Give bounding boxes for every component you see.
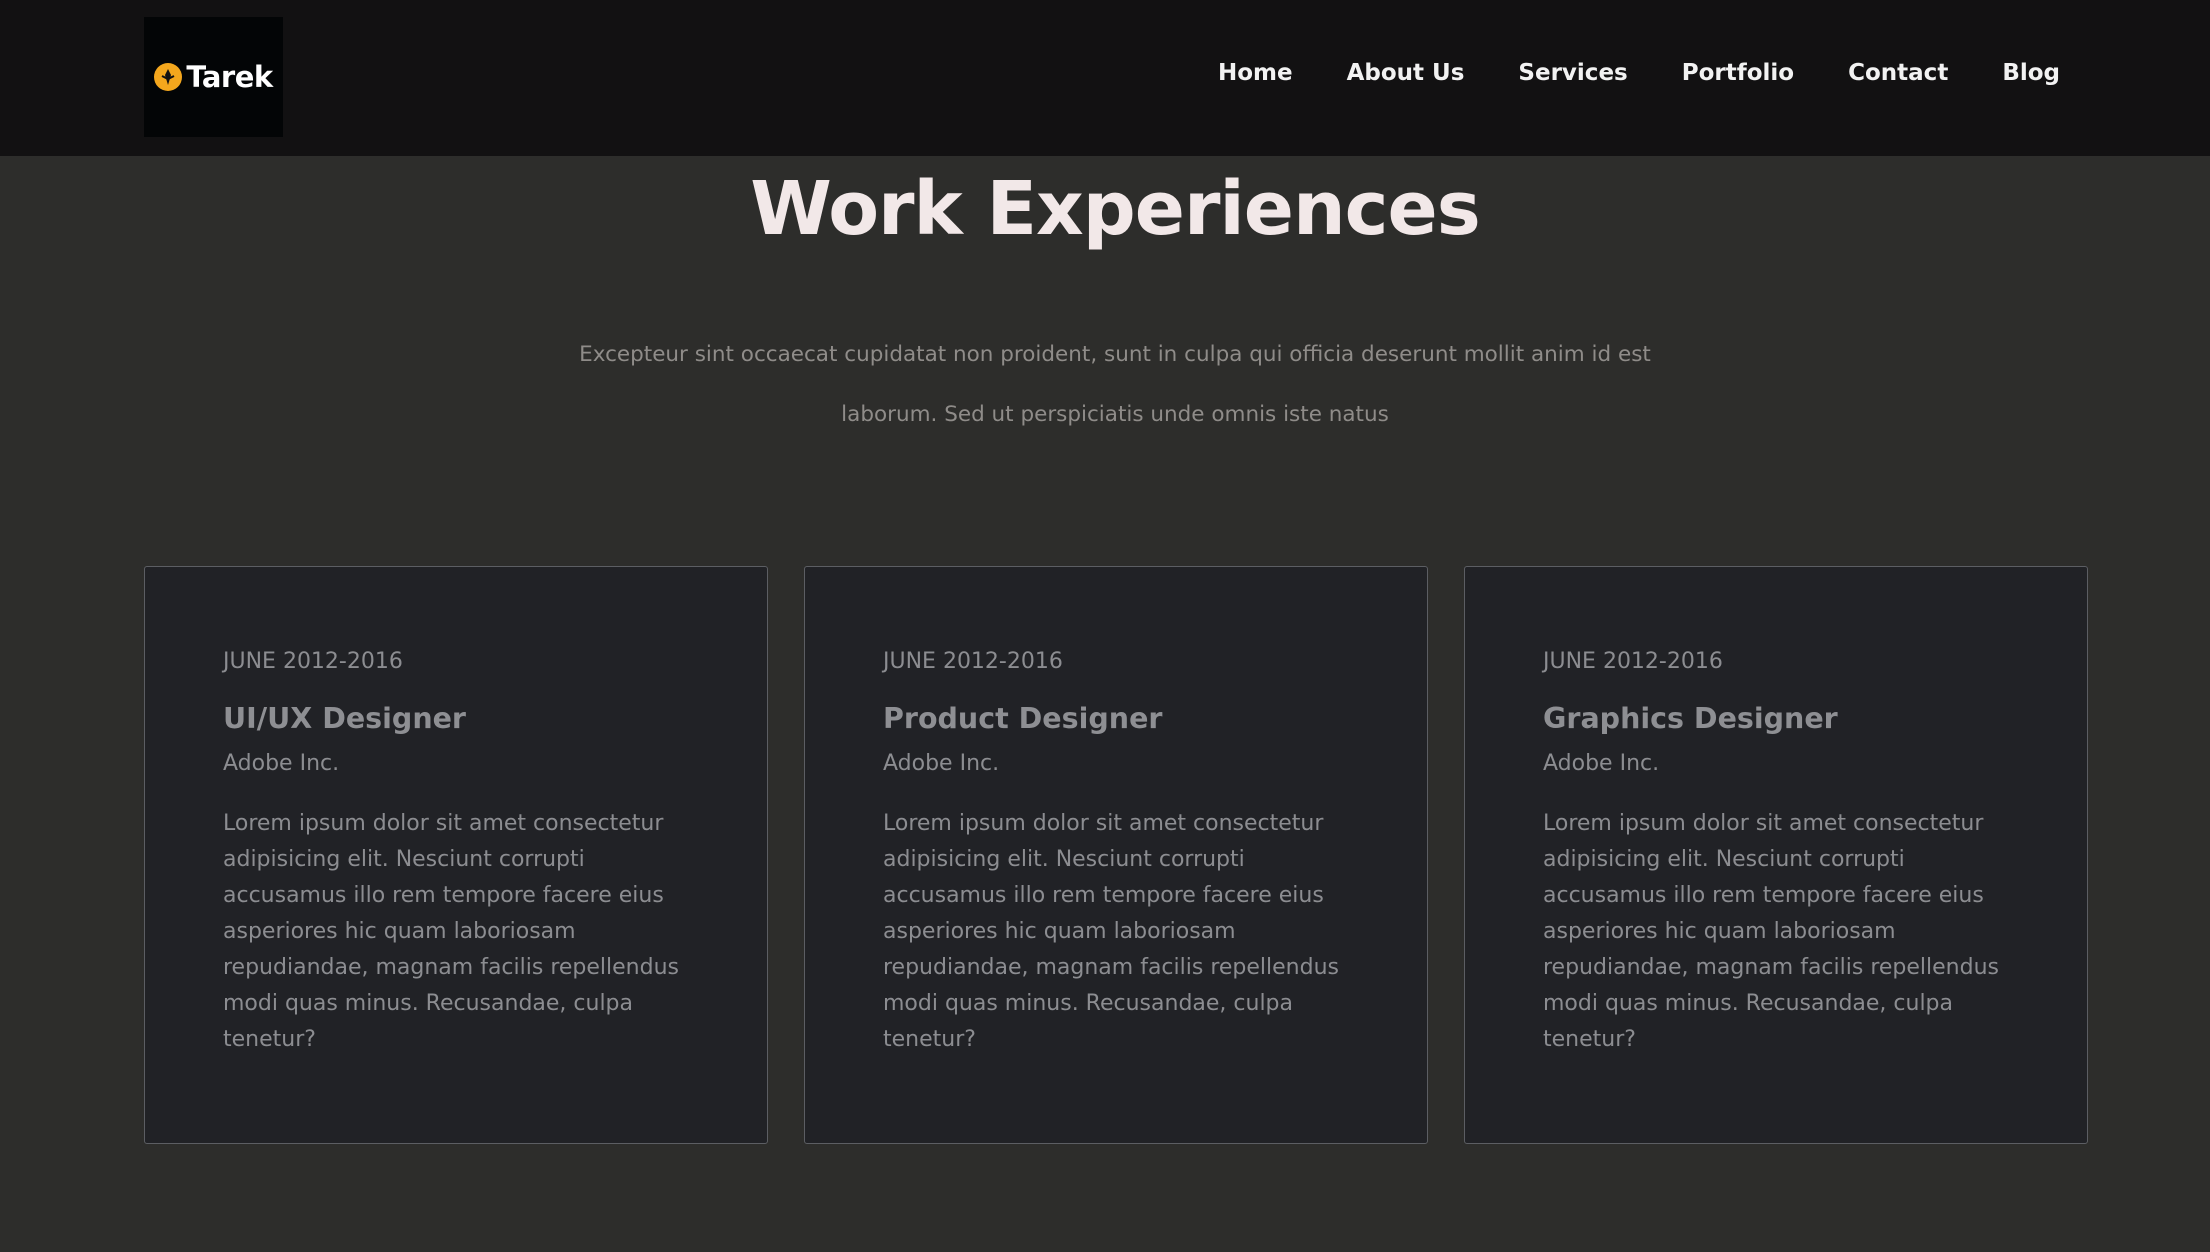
experience-date: JUNE 2012-2016 (1543, 649, 1723, 674)
experience-company: Adobe Inc. (1543, 751, 1660, 776)
experience-description: Lorem ipsum dolor sit amet consectetur a… (1543, 811, 1999, 1052)
experience-cards: JUNE 2012-2016 UI/UX Designer Adobe Inc.… (144, 566, 2088, 1144)
brand-name: Tarek (186, 60, 273, 94)
nav-about-us[interactable]: About Us (1347, 60, 1465, 86)
experience-company: Adobe Inc. (223, 751, 340, 776)
nav-blog[interactable]: Blog (2002, 60, 2060, 86)
brand-logo[interactable]: Tarek (144, 17, 283, 137)
nav-contact[interactable]: Contact (1848, 60, 1948, 86)
experience-company: Adobe Inc. (883, 751, 1000, 776)
navbar: Tarek Home About Us Services Portfolio C… (0, 0, 2210, 156)
experience-card: JUNE 2012-2016 Graphics Designer Adobe I… (1464, 566, 2088, 1144)
nav-portfolio[interactable]: Portfolio (1682, 60, 1794, 86)
experience-date: JUNE 2012-2016 (223, 649, 403, 674)
experience-role: Product Designer (883, 702, 1163, 735)
experience-description: Lorem ipsum dolor sit amet consectetur a… (223, 811, 679, 1052)
nav-home[interactable]: Home (1218, 60, 1293, 86)
experience-card: JUNE 2012-2016 UI/UX Designer Adobe Inc.… (144, 566, 768, 1144)
experience-date: JUNE 2012-2016 (883, 649, 1063, 674)
experience-role: UI/UX Designer (223, 702, 466, 735)
experience-description: Lorem ipsum dolor sit amet consectetur a… (883, 811, 1339, 1052)
experience-role: Graphics Designer (1543, 702, 1838, 735)
section-subtitle: Excepteur sint occaecat cupidatat non pr… (579, 342, 1651, 427)
main-nav: Home About Us Services Portfolio Contact… (1218, 60, 2060, 86)
logo-emblem-icon (154, 63, 183, 91)
nav-services[interactable]: Services (1518, 60, 1627, 86)
section-title: Work Experiences (750, 166, 1481, 252)
experience-card: JUNE 2012-2016 Product Designer Adobe In… (804, 566, 1428, 1144)
